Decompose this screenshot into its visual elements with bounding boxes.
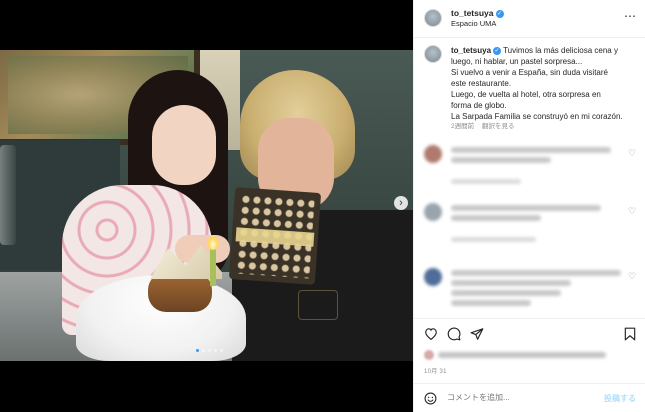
see-translation-link[interactable]: 翻訳を見る: [482, 123, 515, 130]
author-avatar[interactable]: [424, 9, 442, 27]
comment-avatar[interactable]: [424, 145, 442, 163]
comment-input[interactable]: [447, 393, 597, 402]
wine-glass: [0, 145, 16, 245]
caption-avatar[interactable]: [424, 45, 442, 63]
comment-text: [451, 300, 531, 306]
post-photo[interactable]: [0, 50, 413, 361]
heart-icon[interactable]: [424, 327, 438, 342]
comment-bar: 投稿する: [414, 383, 645, 412]
carousel-dot: [202, 349, 205, 352]
comment-text: [451, 290, 561, 296]
more-options-icon[interactable]: ⋯: [624, 9, 636, 23]
carousel-dot: [214, 349, 217, 352]
post-sidebar: to_tetsuya ✓ Espacio UMA ⋯ to_tetsuya ✓ Tu…: [413, 0, 645, 412]
liked-by[interactable]: [424, 350, 606, 360]
post-media: ›: [0, 0, 413, 412]
verified-badge-icon: ✓: [493, 46, 502, 55]
heart-icon[interactable]: ♡: [628, 148, 636, 159]
verified-badge-icon: ✓: [495, 9, 504, 18]
woman-face: [152, 105, 216, 185]
comment-text: [451, 157, 551, 163]
candle-flame: [207, 236, 219, 250]
comment-text: [451, 280, 571, 286]
liked-by-text: [438, 352, 606, 358]
post-location[interactable]: Espacio UMA: [451, 19, 496, 28]
caption-line: forma de globo.: [451, 101, 507, 110]
comment-text: [451, 215, 541, 221]
post-header: to_tetsuya ✓ Espacio UMA ⋯: [414, 0, 645, 38]
comment-text: [451, 147, 611, 153]
bookmark-icon[interactable]: [624, 327, 636, 343]
caption-line: luego, ni hablar, un pastel sorpresa...: [451, 57, 583, 66]
caption-line: Tuvimos la más deliciosa cena y: [503, 46, 618, 55]
carousel-dots: [196, 349, 223, 352]
caption-line: Luego, de vuelta al hotel, otra sorpresa…: [451, 90, 601, 99]
comment-meta: [451, 179, 521, 184]
author-username[interactable]: to_tetsuya ✓: [451, 8, 504, 18]
shirt-print: [298, 290, 338, 320]
chevron-right-icon: ›: [399, 196, 403, 209]
comment-item: ♡: [424, 203, 642, 253]
caption-meta: 2週間前 翻訳を見る: [451, 120, 520, 130]
carousel-dot: [208, 349, 211, 352]
comment-item: ♡: [424, 268, 642, 318]
comment-avatar[interactable]: [424, 268, 442, 286]
comment-text: [451, 205, 601, 211]
emoji-icon[interactable]: [424, 392, 437, 407]
liker-avatar: [424, 350, 434, 360]
comment-icon[interactable]: [447, 327, 461, 343]
comment-item: ♡: [424, 145, 642, 195]
caption-line: este restaurante.: [451, 79, 512, 88]
birthday-card: [228, 187, 322, 285]
heart-icon[interactable]: ♡: [628, 206, 636, 217]
candle: [210, 246, 216, 286]
carousel-next-button[interactable]: ›: [394, 196, 408, 210]
comment-text: [451, 270, 621, 276]
share-icon[interactable]: [470, 327, 484, 343]
caption-username[interactable]: to_tetsuya: [451, 46, 491, 55]
carousel-dot: [220, 349, 223, 352]
heart-icon[interactable]: ♡: [628, 271, 636, 282]
comment-meta: [451, 237, 536, 242]
action-bar: [414, 318, 645, 348]
post-date: 10月 31: [424, 369, 447, 375]
caption-text: to_tetsuya ✓ Tuvimos la más deliciosa cen…: [451, 45, 643, 122]
caption-time: 2週間前: [451, 123, 475, 130]
carousel-dot: [196, 349, 199, 352]
caption-line: Si vuelvo a venir a España, sin duda vis…: [451, 68, 608, 77]
author-username-text[interactable]: to_tetsuya: [451, 8, 494, 18]
post-comment-button[interactable]: 投稿する: [604, 393, 636, 404]
comment-avatar[interactable]: [424, 203, 442, 221]
